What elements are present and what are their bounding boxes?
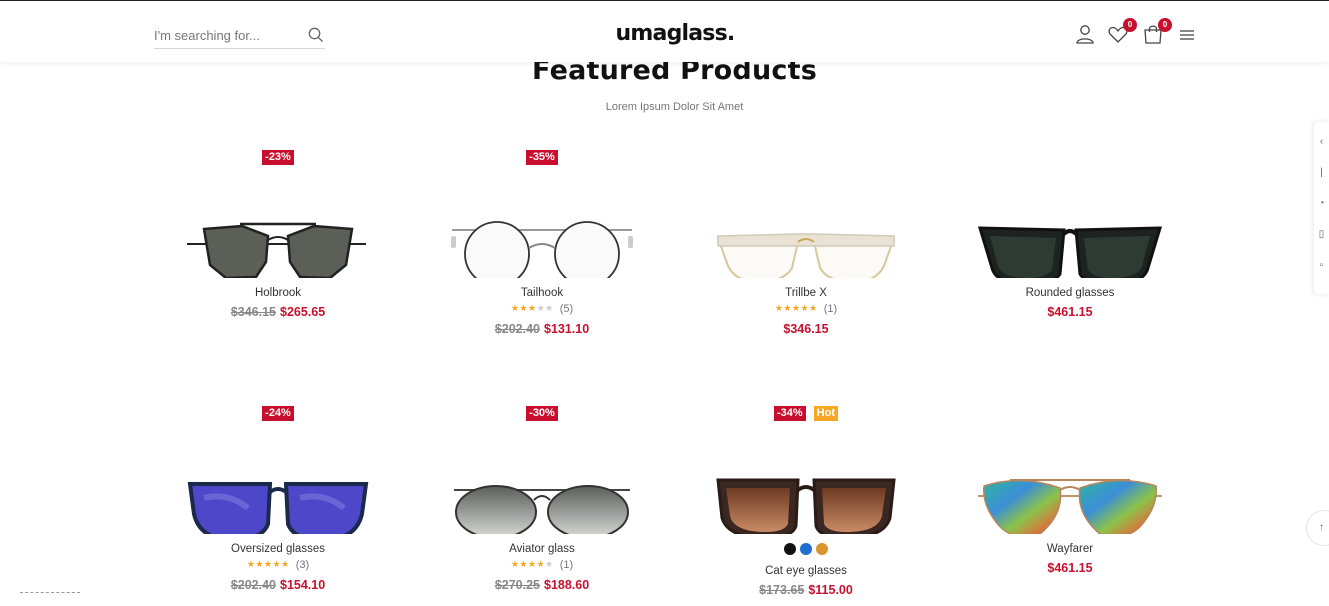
product-card[interactable]: Wayfarer $461.15 <box>945 406 1195 606</box>
product-image[interactable] <box>970 178 1170 286</box>
product-price: $202.40 $154.10 <box>153 578 403 592</box>
bookmark-icon[interactable]: | <box>1314 153 1329 184</box>
discount-badge: -24% <box>262 406 294 421</box>
wishlist-button[interactable]: 0 <box>1107 18 1137 45</box>
product-name[interactable]: Rounded glasses <box>945 287 1195 299</box>
sale-price: $188.60 <box>544 578 590 592</box>
original-price: $270.25 <box>494 578 540 592</box>
review-count: (1) <box>559 559 574 571</box>
product-rating: ★★★★★ (3) <box>153 559 403 571</box>
sale-price: $265.65 <box>280 305 326 319</box>
product-name[interactable]: Aviator glass <box>417 543 667 555</box>
product-price: $346.15 <box>681 322 931 336</box>
arrow-up-icon: ↑ <box>1319 522 1324 533</box>
product-card[interactable]: -24% Oversized glasses ★★★★★ (3) $202.40 $… <box>153 406 403 606</box>
badge-group: -24% <box>153 406 403 422</box>
clock-icon[interactable]: ◔ <box>1314 184 1329 215</box>
cart-count-badge: 0 <box>1158 18 1172 32</box>
review-count: (3) <box>295 559 310 571</box>
cart-button[interactable]: 0 <box>1142 18 1172 45</box>
product-card[interactable]: Trillbe X ★★★★★ (1) $346.15 <box>681 150 931 350</box>
product-card[interactable]: -35% Tailhook ★★★★★ (5) $202.40 $131.10 <box>417 150 667 350</box>
search-icon[interactable] <box>307 26 325 44</box>
product-price: $461.15 <box>945 305 1195 319</box>
product-card[interactable]: Rounded glasses $461.15 <box>945 150 1195 350</box>
product-image[interactable] <box>178 178 378 280</box>
product-price: $270.25 $188.60 <box>417 578 667 592</box>
hot-badge: Hot <box>813 406 838 421</box>
product-card[interactable]: -34% Hot Cat eye glasses $173.65 $115.00 <box>681 406 931 606</box>
product-rating: ★★★★★ (1) <box>681 303 931 315</box>
product-name[interactable]: Cat eye glasses <box>681 565 931 577</box>
star-rating: ★★★★★ <box>774 303 818 313</box>
sale-price: $131.10 <box>544 322 590 336</box>
original-price: $346.15 <box>230 305 276 319</box>
trash-icon[interactable]: ▫ <box>1314 246 1329 277</box>
badge-group: -35% <box>417 150 667 166</box>
discount-badge: -34% <box>773 406 806 421</box>
sale-price: $461.15 <box>1047 561 1093 575</box>
product-price: $461.15 <box>945 561 1195 575</box>
side-toolbar: ‹ | ◔ ▯ ▫ <box>1314 122 1329 294</box>
footer-divider <box>20 592 80 594</box>
star-rating: ★★★★★ <box>246 559 290 569</box>
product-name[interactable]: Trillbe X <box>681 287 931 299</box>
badge-group: -30% <box>417 406 667 422</box>
badge-group: -23% <box>153 150 403 166</box>
color-swatches <box>681 543 931 555</box>
search-bar <box>154 23 325 49</box>
site-logo[interactable]: umaglass. <box>600 21 750 46</box>
back-to-top-button[interactable]: ↑ <box>1306 510 1329 546</box>
sale-price: $154.10 <box>280 578 326 592</box>
search-input[interactable] <box>154 23 302 47</box>
review-count: (5) <box>559 303 574 315</box>
wishlist-count-badge: 0 <box>1123 18 1137 32</box>
discount-badge: -23% <box>262 150 294 165</box>
product-image[interactable] <box>178 434 378 543</box>
product-name[interactable]: Tailhook <box>417 287 667 299</box>
site-header: umaglass. 0 0 <box>0 0 1329 62</box>
product-card[interactable]: -23% Holbrook $346.15 $265.65 <box>153 150 403 350</box>
review-count: (1) <box>823 303 838 315</box>
product-rating: ★★★★★ (1) <box>417 559 667 571</box>
badge-group: -34% Hot <box>681 406 931 422</box>
product-image[interactable] <box>706 434 906 540</box>
compare-icon[interactable]: ‹ <box>1314 122 1329 153</box>
user-icon[interactable] <box>1074 23 1096 45</box>
product-card[interactable]: -30% Aviator glass ★★★★★ (1) $270.25 $188.… <box>417 406 667 606</box>
product-name[interactable]: Oversized glasses <box>153 543 403 555</box>
product-image[interactable] <box>442 178 642 287</box>
product-price: $346.15 $265.65 <box>153 305 403 319</box>
discount-badge: -30% <box>526 406 558 421</box>
original-price: $202.40 <box>230 578 276 592</box>
swatch-black[interactable] <box>784 543 796 555</box>
product-image[interactable] <box>442 434 642 539</box>
sale-price: $461.15 <box>1047 305 1093 319</box>
menu-icon[interactable] <box>1176 23 1198 45</box>
product-price: $202.40 $131.10 <box>417 322 667 336</box>
sale-price: $346.15 <box>783 322 829 336</box>
product-image[interactable] <box>706 178 906 284</box>
star-rating: ★★★★★ <box>510 559 554 569</box>
product-name[interactable]: Holbrook <box>153 287 403 299</box>
star-rating: ★★★★★ <box>510 303 554 313</box>
product-name[interactable]: Wayfarer <box>945 543 1195 555</box>
swatch-blue[interactable] <box>800 543 812 555</box>
section-subtitle: Lorem Ipsum Dolor Sit Amet <box>605 101 744 113</box>
document-icon[interactable]: ▯ <box>1314 215 1329 246</box>
product-rating: ★★★★★ (5) <box>417 303 667 315</box>
swatch-amber[interactable] <box>816 543 828 555</box>
original-price: $202.40 <box>494 322 540 336</box>
product-image[interactable] <box>970 434 1170 537</box>
discount-badge: -35% <box>526 150 558 165</box>
